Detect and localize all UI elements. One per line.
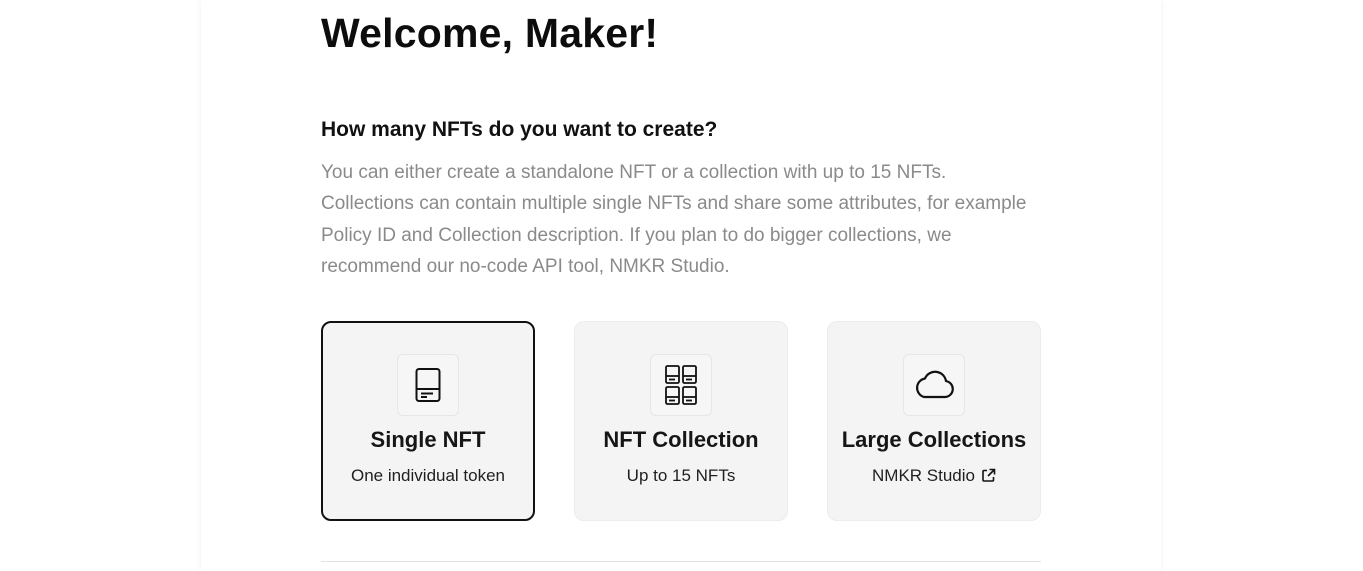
- section-divider: [321, 561, 1041, 562]
- option-card-nft-collection[interactable]: NFT Collection Up to 15 NFTs: [574, 321, 788, 521]
- option-subtitle-link[interactable]: NMKR Studio: [828, 466, 1040, 488]
- page-title: Welcome, Maker!: [321, 10, 659, 56]
- grid-cards-icon: [650, 354, 712, 416]
- page: Welcome, Maker! How many NFTs do you wan…: [0, 0, 1363, 571]
- option-card-single-nft[interactable]: Single NFT One individual token: [321, 321, 535, 521]
- section-heading: How many NFTs do you want to create?: [321, 118, 718, 141]
- option-title: Single NFT: [370, 427, 486, 452]
- option-subtitle: Up to 15 NFTs: [626, 466, 736, 485]
- option-title: NFT Collection: [603, 427, 759, 452]
- option-subtitle: One individual token: [350, 466, 506, 485]
- section-description: You can either create a standalone NFT o…: [321, 162, 1027, 277]
- external-link-icon: [981, 468, 996, 488]
- option-subtitle: NMKR Studio: [872, 466, 975, 485]
- option-card-large-collections[interactable]: Large Collections NMKR Studio: [827, 321, 1041, 521]
- single-card-icon: [397, 354, 459, 416]
- cloud-icon: [903, 354, 965, 416]
- option-title: Large Collections: [841, 427, 1027, 452]
